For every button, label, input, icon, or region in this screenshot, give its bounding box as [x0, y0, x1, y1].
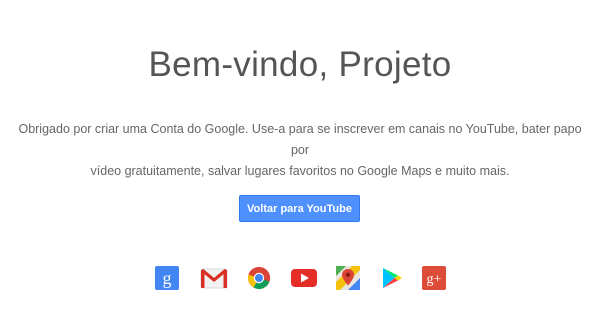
welcome-description: Obrigado por criar uma Conta do Google. … [10, 119, 590, 182]
chrome-icon[interactable] [247, 266, 271, 290]
back-to-youtube-button[interactable]: Voltar para YouTube [239, 195, 360, 222]
google-search-icon[interactable]: g [155, 266, 179, 290]
google-search-glyph: g [163, 268, 172, 288]
google-maps-icon[interactable] [336, 266, 360, 290]
google-plus-icon[interactable]: g+ [422, 266, 446, 290]
product-icons-row: g g+ [0, 266, 600, 290]
google-plus-glyph: g+ [427, 272, 442, 287]
google-play-icon[interactable] [380, 266, 404, 290]
welcome-page: Bem-vindo, Projeto Obrigado por criar um… [0, 0, 600, 331]
gmail-icon[interactable] [200, 266, 228, 290]
description-line-1: Obrigado por criar uma Conta do Google. … [18, 122, 582, 157]
youtube-icon[interactable] [290, 266, 318, 290]
description-line-2: vídeo gratuitamente, salvar lugares favo… [90, 164, 510, 178]
page-title: Bem-vindo, Projeto [148, 45, 452, 84]
